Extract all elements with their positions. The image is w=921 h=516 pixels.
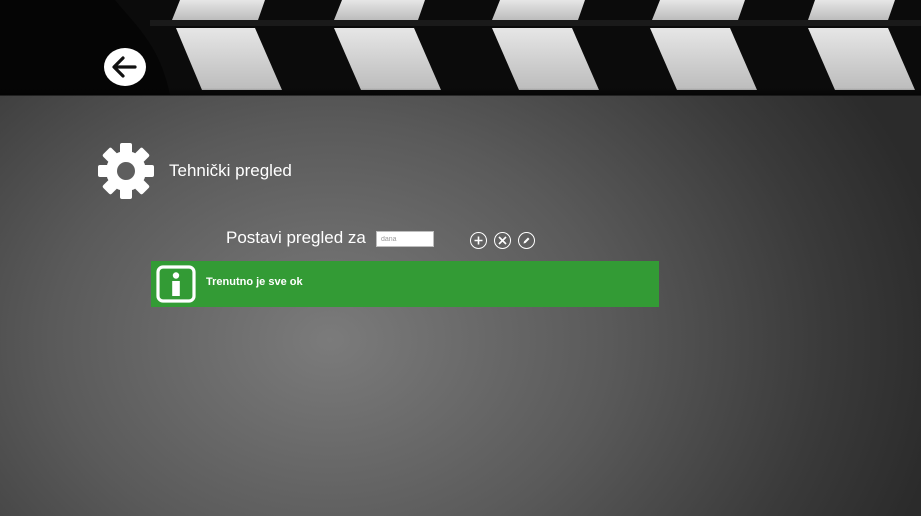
schedule-label: Postavi pregled za: [226, 228, 366, 247]
close-icon: [498, 236, 507, 245]
clapperboard-header: [0, 0, 921, 100]
days-input[interactable]: [376, 231, 434, 247]
add-button[interactable]: [470, 232, 487, 249]
status-message: Trenutno je sve ok: [206, 276, 303, 288]
arrow-left-icon: [112, 56, 137, 78]
back-button[interactable]: [104, 48, 146, 86]
edit-button[interactable]: [518, 232, 535, 249]
info-icon: [156, 265, 196, 303]
remove-button[interactable]: [494, 232, 511, 249]
page-title: Tehnički pregled: [169, 161, 292, 180]
clapperboard-graphic: [0, 0, 921, 96]
status-bar: Trenutno je sve ok: [151, 261, 659, 307]
pencil-icon: [523, 237, 530, 244]
gear-icon: [97, 142, 155, 200]
plus-icon: [474, 236, 483, 245]
